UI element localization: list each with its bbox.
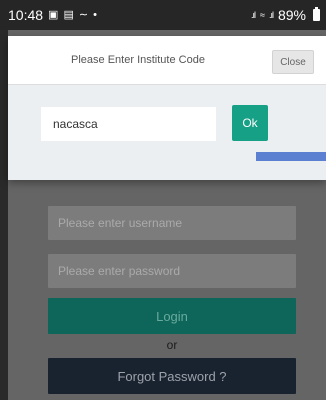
battery-icon (313, 7, 320, 21)
status-left: 10:48 ▣ ▤ ∼ • (8, 7, 97, 23)
ok-button[interactable]: Ok (232, 105, 268, 141)
accent-strip (256, 152, 326, 161)
swipe-icon: ∼ (78, 8, 89, 21)
screen-icon: ▤ (63, 8, 74, 21)
close-button[interactable]: Close (272, 50, 314, 74)
institute-code-dialog: Please Enter Institute Code Close Ok (8, 36, 326, 180)
dialog-title: Please Enter Institute Code (71, 54, 205, 66)
image-icon: ▣ (48, 8, 59, 21)
status-bar: 10:48 ▣ ▤ ∼ • .ıl ≈ .ıl 89% (0, 0, 326, 30)
signal-icon: .ıl (268, 10, 274, 20)
signal-icon: .ıl (250, 10, 256, 20)
wifi-icon: ≈ (260, 10, 265, 20)
status-time: 10:48 (8, 7, 44, 23)
phone-screen: 10:48 ▣ ▤ ∼ • .ıl ≈ .ıl 89% Please enter… (0, 0, 326, 400)
dot-icon: • (93, 8, 97, 21)
dialog-body: Ok (8, 84, 326, 180)
battery-percent: 89% (277, 7, 306, 23)
institute-code-input[interactable] (41, 107, 216, 141)
status-right: .ıl ≈ .ıl 89% (251, 7, 320, 23)
